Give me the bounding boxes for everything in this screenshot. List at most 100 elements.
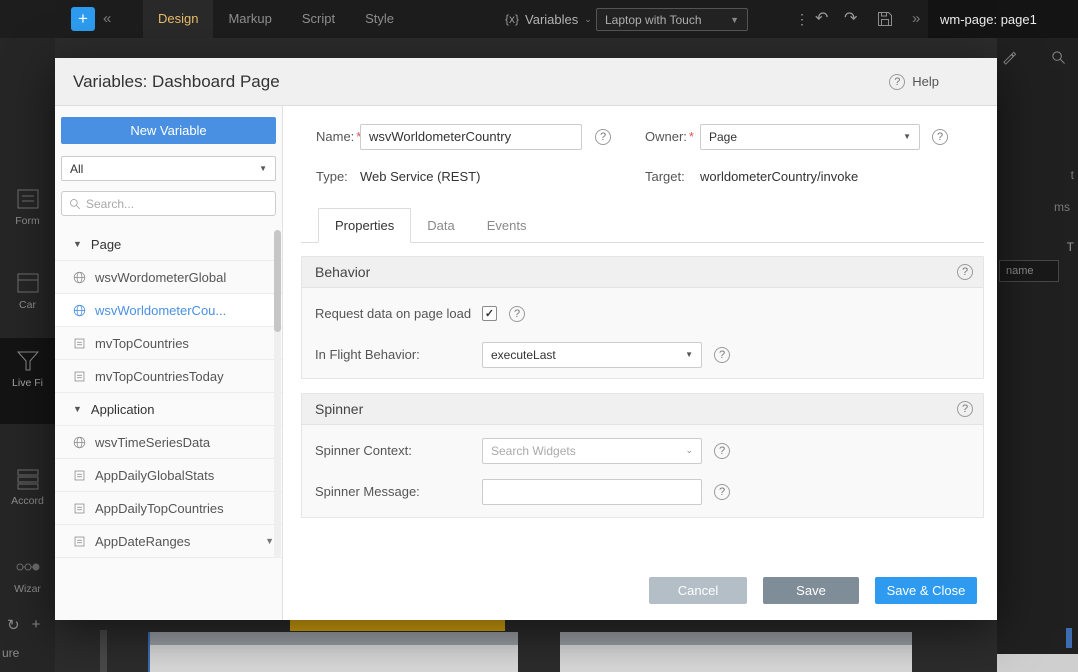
name-owner-row: Name:* ? Owner:* Page ▼ ? bbox=[316, 123, 984, 150]
pencil-icon[interactable] bbox=[1002, 50, 1017, 65]
tab-script[interactable]: Script bbox=[287, 0, 350, 38]
help-icon[interactable]: ? bbox=[932, 129, 948, 145]
tab-events[interactable]: Events bbox=[471, 209, 543, 242]
scrollbar-track[interactable] bbox=[274, 230, 281, 558]
card-icon bbox=[15, 272, 41, 294]
help-icon[interactable]: ? bbox=[509, 306, 525, 322]
variable-item[interactable]: AppDailyGlobalStats bbox=[55, 459, 282, 492]
chevron-down-icon: ▼ bbox=[685, 350, 693, 359]
scrollbar-thumb[interactable] bbox=[274, 230, 281, 332]
webservice-icon bbox=[73, 271, 86, 284]
search-icon[interactable] bbox=[1051, 50, 1066, 65]
chevron-down-icon: ▼ bbox=[730, 15, 739, 25]
palette-item-accordion[interactable]: Accord bbox=[0, 468, 55, 507]
redo-icon[interactable]: ↷ bbox=[844, 0, 857, 38]
variables-sidebar: New Variable All ▼ ▼ Page wsvWordometerG… bbox=[55, 106, 283, 620]
help-icon[interactable]: ? bbox=[714, 443, 730, 459]
request-data-checkbox[interactable]: ✓ bbox=[482, 306, 497, 321]
canvas-scrollbar[interactable] bbox=[1066, 628, 1072, 648]
refresh-icon[interactable]: ↻ bbox=[7, 616, 20, 634]
help-icon[interactable]: ? bbox=[714, 347, 730, 363]
device-selector[interactable]: Laptop with Touch ▼ bbox=[596, 8, 748, 31]
variable-filter-value: All bbox=[70, 162, 83, 176]
owner-select[interactable]: Page ▼ bbox=[700, 124, 920, 150]
request-data-row: Request data on page load ✓ ? bbox=[315, 300, 970, 327]
webservice-icon bbox=[73, 304, 86, 317]
variable-item-selected[interactable]: wsvWorldometerCou... bbox=[55, 294, 282, 327]
palette-item-wizard[interactable]: Wizar bbox=[0, 556, 55, 595]
variable-item[interactable]: AppDateRanges bbox=[55, 525, 282, 558]
plus-icon: + bbox=[78, 9, 88, 29]
save-button[interactable]: Save bbox=[763, 577, 859, 604]
form-icon bbox=[15, 188, 41, 210]
tab-markup[interactable]: Markup bbox=[213, 0, 286, 38]
palette-footer: ↻ + bbox=[0, 616, 55, 634]
model-variable-icon bbox=[73, 370, 86, 383]
type-value: Web Service (REST) bbox=[360, 169, 645, 184]
device-selector-value: Laptop with Touch bbox=[605, 13, 702, 27]
variable-filter-select[interactable]: All ▼ bbox=[61, 156, 276, 181]
variables-tree: ▼ Page wsvWordometerGlobal wsvWorldomete… bbox=[55, 228, 282, 620]
add-button[interactable]: + bbox=[71, 7, 95, 31]
help-button[interactable]: ? Help bbox=[889, 74, 939, 90]
tree-item-label: AppDailyGlobalStats bbox=[95, 468, 214, 483]
help-icon[interactable]: ? bbox=[957, 401, 973, 417]
spinner-message-row: Spinner Message: ? bbox=[315, 478, 970, 505]
tab-design[interactable]: Design bbox=[143, 0, 213, 38]
variable-item[interactable]: wsvWordometerGlobal bbox=[55, 261, 282, 294]
more-menu-icon[interactable]: ⋮ bbox=[795, 0, 809, 38]
page-title-label: wm-page: page1 bbox=[940, 12, 1037, 27]
new-variable-button[interactable]: New Variable bbox=[61, 117, 276, 144]
clipped-text: ure bbox=[2, 646, 19, 660]
tab-style[interactable]: Style bbox=[350, 0, 409, 38]
search-icon bbox=[69, 198, 81, 210]
tree-item-label: mvTopCountries bbox=[95, 336, 189, 351]
variable-name-input[interactable] bbox=[360, 124, 582, 150]
palette-item-card[interactable]: Car bbox=[0, 272, 55, 311]
variable-item[interactable]: mvTopCountriesToday bbox=[55, 360, 282, 393]
inflight-select[interactable]: executeLast ▼ bbox=[482, 342, 702, 368]
model-variable-icon bbox=[73, 469, 86, 482]
save-icon[interactable] bbox=[877, 11, 893, 27]
clipped-text: T bbox=[1067, 240, 1074, 254]
collapse-left-icon[interactable]: « bbox=[103, 0, 111, 38]
variable-item[interactable]: wsvTimeSeriesData bbox=[55, 426, 282, 459]
scroll-down-icon[interactable]: ▼ bbox=[265, 536, 274, 546]
help-icon[interactable]: ? bbox=[957, 264, 973, 280]
properties-rail-icons bbox=[1002, 50, 1066, 65]
spinner-section: Spinner ? Spinner Context: Search Widget… bbox=[301, 393, 984, 518]
webservice-icon bbox=[73, 436, 86, 449]
variable-item[interactable]: mvTopCountries bbox=[55, 327, 282, 360]
clipped-input[interactable]: name bbox=[999, 260, 1059, 282]
behavior-title: Behavior bbox=[315, 264, 370, 280]
palette-item-form[interactable]: Form bbox=[0, 188, 55, 227]
palette-item-label: Accord bbox=[11, 495, 44, 507]
expand-right-icon[interactable]: » bbox=[912, 0, 920, 38]
target-value: worldometerCountry/invoke bbox=[700, 169, 858, 184]
undo-icon[interactable]: ↶ bbox=[815, 0, 828, 38]
tree-item-label: AppDateRanges bbox=[95, 534, 190, 549]
cancel-button[interactable]: Cancel bbox=[649, 577, 747, 604]
topbar: + « Design Markup Script Style {x} Varia… bbox=[0, 0, 1078, 38]
help-icon[interactable]: ? bbox=[714, 484, 730, 500]
variable-item[interactable]: AppDailyTopCountries bbox=[55, 492, 282, 525]
owner-label: Owner:* bbox=[645, 129, 700, 144]
spinner-section-body: Spinner Context: Search Widgets ⌄ ? Spin… bbox=[302, 425, 983, 505]
tab-data[interactable]: Data bbox=[411, 209, 470, 242]
behavior-section: Behavior ? Request data on page load ✓ ?… bbox=[301, 256, 984, 379]
add-icon[interactable]: + bbox=[32, 616, 41, 634]
save-close-button[interactable]: Save & Close bbox=[875, 577, 977, 604]
tree-item-label: wsvWordometerGlobal bbox=[95, 270, 226, 285]
variables-menu[interactable]: {x} Variables ⌄ bbox=[505, 0, 592, 38]
search-input[interactable] bbox=[86, 197, 268, 211]
variable-group-application[interactable]: ▼ Application bbox=[55, 393, 282, 426]
spinner-context-select[interactable]: Search Widgets ⌄ bbox=[482, 438, 702, 464]
variable-group-page[interactable]: ▼ Page bbox=[55, 228, 282, 261]
name-label: Name:* bbox=[316, 129, 360, 144]
chevron-down-icon: ⌄ bbox=[584, 14, 592, 25]
mode-tabs: Design Markup Script Style bbox=[143, 0, 409, 38]
help-icon[interactable]: ? bbox=[595, 129, 611, 145]
tab-properties[interactable]: Properties bbox=[318, 208, 411, 243]
spinner-message-input[interactable] bbox=[482, 479, 702, 505]
palette-item-live-filter[interactable]: Live Fi bbox=[0, 350, 55, 389]
